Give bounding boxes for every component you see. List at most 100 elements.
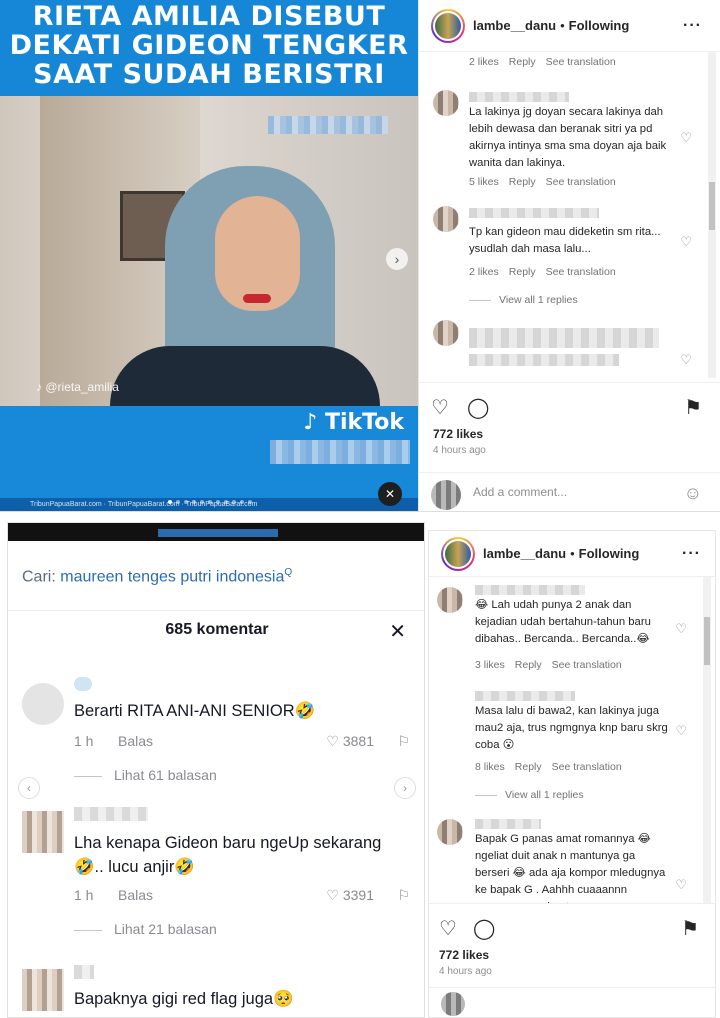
user-avatar xyxy=(431,480,461,510)
heart-icon[interactable]: ♡ xyxy=(326,733,339,749)
bookmark-icon[interactable]: ⚑ xyxy=(684,395,702,420)
likes-count[interactable]: 772 likes xyxy=(433,427,483,441)
next-arrow-icon[interactable]: › xyxy=(394,777,416,799)
search-suggestion-bar[interactable]: Cari: maureen tenges putri indonesiaQ xyxy=(8,541,424,611)
mute-icon[interactable]: ✕ xyxy=(378,482,402,506)
post-actions: ♡ ◯ ⚑ 772 likes 4 hours ago xyxy=(419,382,720,462)
account-avatar[interactable] xyxy=(431,8,465,43)
like-count[interactable]: ♡ 3391 xyxy=(326,887,374,904)
comment-meta: 3 likes Reply See translation xyxy=(475,659,622,671)
post-actions: ♡ ◯ ⚑ 772 likes 4 hours ago xyxy=(429,903,715,983)
commenter-avatar[interactable] xyxy=(22,811,64,853)
dislike-icon[interactable]: ⚐ xyxy=(397,733,410,750)
blurred-text xyxy=(268,116,388,134)
instagram-side-panel: lambe__danu • Following ··· 😂 Lah udah p… xyxy=(428,530,716,1018)
comment-text: Tp kan gideon mau dideketin sm rita... y… xyxy=(469,226,661,255)
like-comment-icon[interactable]: ♡ xyxy=(680,130,692,146)
comment-meta: 2 likes Reply See translation xyxy=(469,266,616,278)
commenter-avatar[interactable] xyxy=(433,90,459,116)
comments-list[interactable]: 2 likes Reply See translation La lakinya j… xyxy=(419,52,720,382)
prev-arrow-icon[interactable]: ‹ xyxy=(18,777,40,799)
commenter-name-blurred xyxy=(475,819,541,829)
view-replies-link[interactable]: View all 1 replies xyxy=(469,294,578,306)
comment-meta: 5 likes Reply See translation xyxy=(469,176,616,188)
video-headline: RIETA AMILIA DISEBUT DEKATI GIDEON TENGK… xyxy=(0,0,418,96)
search-icon: Q xyxy=(284,567,293,578)
comment-bubble-icon[interactable]: ◯ xyxy=(473,916,495,941)
comment-text: La lakinya jg doyan secara lakinya dah l… xyxy=(469,106,667,169)
add-comment-input[interactable]: Add a comment... xyxy=(473,485,567,499)
comment-bubble-icon[interactable]: ◯ xyxy=(467,395,489,420)
comment-count: 685 komentar xyxy=(165,621,269,638)
view-replies-link[interactable]: View all 1 replies xyxy=(475,789,584,801)
commenter-name-blurred xyxy=(475,585,585,595)
comment-text-blurred xyxy=(469,354,619,366)
dislike-icon[interactable]: ⚐ xyxy=(397,887,410,904)
instagram-side-panel: lambe__danu • Following ··· 2 likes Reply… xyxy=(418,0,720,511)
account-avatar[interactable] xyxy=(441,536,475,571)
likes-count[interactable]: 772 likes xyxy=(439,948,489,962)
bottom-screenshot: Cari: maureen tenges putri indonesiaQ 68… xyxy=(0,522,720,1018)
commenter-badge xyxy=(74,677,92,691)
user-avatar xyxy=(441,992,465,1016)
commenter-avatar[interactable] xyxy=(22,969,64,1011)
comments-list[interactable]: 😂 Lah udah punya 2 anak dan kejadian uda… xyxy=(429,577,715,903)
like-count[interactable]: ♡ 3881 xyxy=(326,733,374,750)
like-heart-icon[interactable]: ♡ xyxy=(431,395,449,420)
commenter-name-blurred xyxy=(475,691,575,701)
post-time: 4 hours ago xyxy=(439,966,492,977)
follow-status[interactable]: Following xyxy=(579,546,640,561)
comment-text: Bapaknya gigi red flag juga🥺 xyxy=(74,990,294,1008)
like-comment-icon[interactable]: ♡ xyxy=(675,621,687,637)
next-slide-button[interactable]: › xyxy=(386,248,408,270)
post-time: 4 hours ago xyxy=(433,445,486,456)
add-comment-bar xyxy=(429,987,715,1018)
tiktok-comments-sheet: Cari: maureen tenges putri indonesiaQ 68… xyxy=(7,522,425,1018)
commenter-avatar[interactable] xyxy=(433,206,459,232)
commenter-name-blurred xyxy=(74,807,148,821)
reply-button[interactable]: Balas xyxy=(118,733,153,749)
comment-text-blurred xyxy=(469,328,659,348)
like-comment-icon[interactable]: ♡ xyxy=(675,877,687,893)
follow-status[interactable]: Following xyxy=(569,18,630,33)
video-post[interactable]: RIETA AMILIA DISEBUT DEKATI GIDEON TENGK… xyxy=(0,0,418,511)
comment-text: Berarti RITA ANI-ANI SENIOR🤣 xyxy=(74,702,316,720)
close-icon[interactable]: ✕ xyxy=(389,619,406,644)
post-header: lambe__danu • Following ··· xyxy=(429,531,715,577)
search-suggestion[interactable]: Cari: maureen tenges putri indonesiaQ xyxy=(22,567,292,586)
bookmark-icon[interactable]: ⚑ xyxy=(681,916,699,941)
add-comment-bar: Add a comment... ☺ xyxy=(419,472,720,511)
commenter-name-blurred xyxy=(74,965,94,979)
tiktok-logo: ♪ TikTok xyxy=(303,410,404,435)
comments-scrollbar[interactable] xyxy=(708,52,716,378)
more-options-icon[interactable]: ··· xyxy=(682,545,701,563)
like-comment-icon[interactable]: ♡ xyxy=(680,234,692,250)
account-username[interactable]: lambe__danu xyxy=(473,18,556,33)
comment-text: Masa lalu di bawa2, kan lakinya juga mau… xyxy=(475,705,668,751)
commenter-name-blurred xyxy=(469,92,569,102)
comment-text: Bapak G panas amat romannya 😂 ngeliat du… xyxy=(475,833,666,903)
reply-button[interactable]: Balas xyxy=(118,887,153,903)
commenter-avatar[interactable] xyxy=(22,683,64,725)
emoji-icon[interactable]: ☺ xyxy=(684,483,702,504)
video-top-edge xyxy=(8,523,424,541)
video-frame xyxy=(0,96,418,416)
commenter-avatar[interactable] xyxy=(433,320,459,346)
commenter-avatar[interactable] xyxy=(437,819,463,845)
view-replies-link[interactable]: Lihat 21 balasan xyxy=(74,921,217,937)
commenter-avatar[interactable] xyxy=(437,587,463,613)
headline-line-3: SAAT SUDAH BERISTRI xyxy=(33,59,385,90)
post-header: lambe__danu • Following ··· xyxy=(419,0,720,52)
comment-text: 😂 Lah udah punya 2 anak dan kejadian uda… xyxy=(475,599,651,645)
like-comment-icon[interactable]: ♡ xyxy=(675,723,687,739)
heart-icon[interactable]: ♡ xyxy=(326,887,339,903)
like-comment-icon[interactable]: ♡ xyxy=(680,352,692,368)
person-lips xyxy=(243,294,271,303)
more-options-icon[interactable]: ··· xyxy=(683,17,702,35)
top-screenshot: RIETA AMILIA DISEBUT DEKATI GIDEON TENGK… xyxy=(0,0,720,512)
account-username[interactable]: lambe__danu xyxy=(483,546,566,561)
headline-line-2: DEKATI GIDEON TENGKER xyxy=(9,30,409,61)
like-heart-icon[interactable]: ♡ xyxy=(439,916,457,941)
comments-scrollbar[interactable] xyxy=(703,577,711,903)
view-replies-link[interactable]: Lihat 61 balasan xyxy=(74,767,217,783)
